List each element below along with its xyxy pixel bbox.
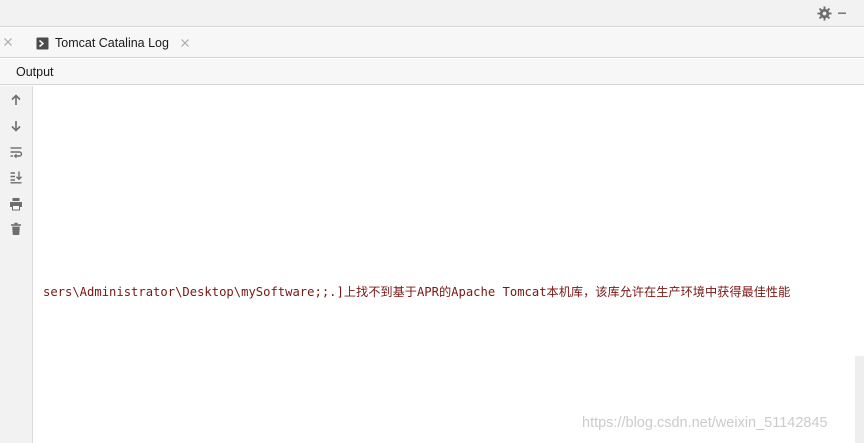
console-run-icon	[35, 36, 49, 50]
run-tool-window: Tomcat Catalina Log Output sers\Administ…	[0, 0, 864, 443]
watermark: https://blog.csdn.net/weixin_51142845	[582, 415, 828, 431]
console-output[interactable]: sers\Administrator\Desktop\mySoftware;;.…	[34, 86, 864, 443]
clear-all-icon[interactable]	[7, 220, 25, 238]
close-icon[interactable]	[3, 36, 15, 48]
sub-tab-bar: Output	[0, 59, 864, 85]
tab-output[interactable]: Output	[8, 59, 62, 85]
vertical-scrollbar[interactable]	[855, 86, 864, 443]
minimize-icon[interactable]	[837, 8, 847, 18]
tool-window-header	[0, 0, 864, 27]
tab-tomcat-catalina-log[interactable]: Tomcat Catalina Log	[26, 28, 192, 58]
scroll-up-icon[interactable]	[7, 91, 25, 109]
console-toolbar	[0, 86, 33, 443]
print-icon[interactable]	[7, 195, 25, 213]
close-tab-icon[interactable]	[180, 38, 190, 48]
tab-bar: Tomcat Catalina Log	[0, 28, 864, 58]
scroll-down-icon[interactable]	[7, 117, 25, 135]
log-line: sers\Administrator\Desktop\mySoftware;;.…	[43, 285, 791, 299]
soft-wrap-icon[interactable]	[7, 143, 25, 161]
gear-icon[interactable]	[816, 5, 833, 22]
scroll-to-end-icon[interactable]	[7, 168, 25, 186]
scrollbar-thumb[interactable]	[855, 356, 864, 443]
tab-label: Tomcat Catalina Log	[55, 36, 169, 50]
